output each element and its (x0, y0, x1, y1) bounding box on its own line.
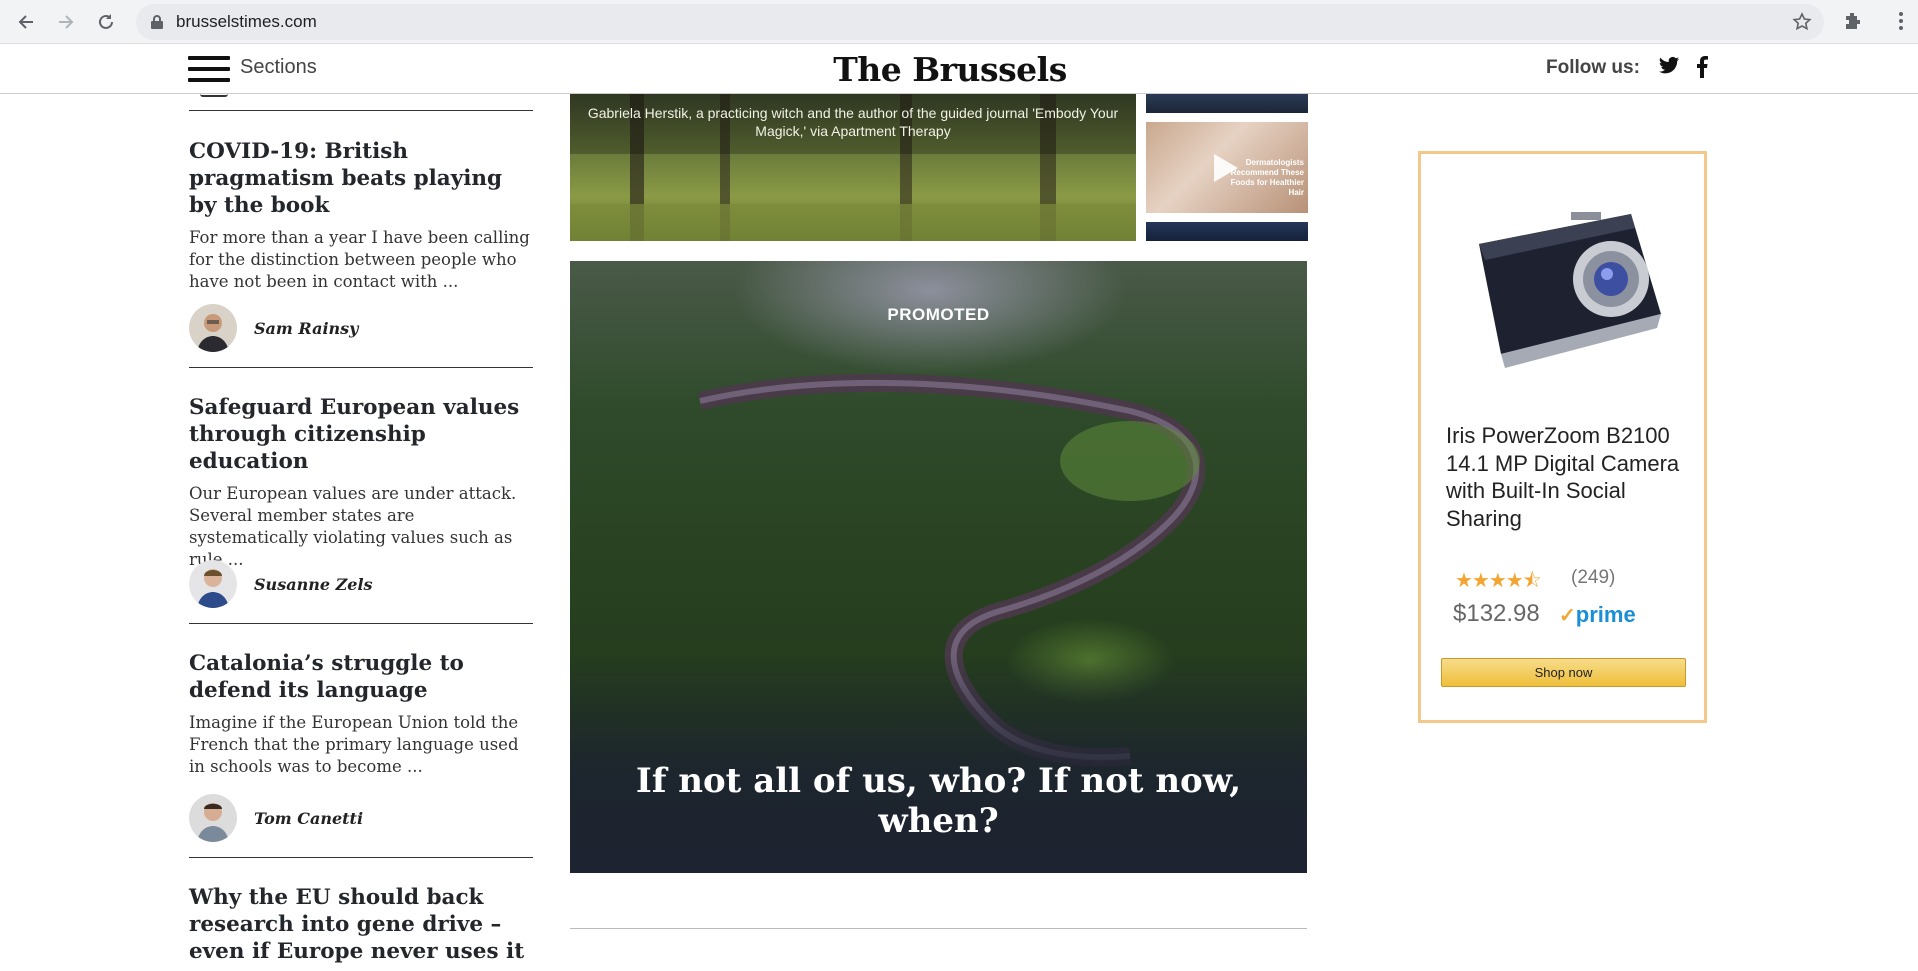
product-image (1479, 212, 1661, 368)
sections-link[interactable]: Sections (240, 56, 317, 79)
video-thumbnail[interactable]: Dermatologists Recommend These Foods for… (1146, 122, 1308, 213)
extensions-icon[interactable] (1842, 10, 1864, 32)
reload-icon[interactable] (92, 8, 120, 36)
divider (570, 928, 1307, 929)
thumbnail-title: Dermatologists Recommend These Foods for… (1230, 158, 1304, 197)
review-count: (249) (1571, 567, 1616, 588)
video-thumbnail[interactable] (1146, 94, 1308, 113)
article-title[interactable]: Safeguard European values through citize… (189, 394, 533, 475)
article-card[interactable]: COVID-19: British pragmatism beats playi… (189, 138, 533, 352)
avatar (189, 560, 237, 608)
article-author[interactable]: Tom Canetti (189, 794, 363, 842)
promoted-badge: PROMOTED (887, 305, 990, 324)
author-name[interactable]: Sam Rainsy (254, 319, 358, 338)
article-excerpt: Imagine if the European Union told the F… (189, 713, 519, 776)
address-bar[interactable]: brusselstimes.com (136, 4, 1824, 40)
menu-icon[interactable] (188, 56, 230, 84)
url-text: brusselstimes.com (176, 12, 317, 31)
article-card[interactable]: Why the EU should back research into gen… (189, 884, 533, 965)
video-thumbnail[interactable] (1146, 222, 1308, 241)
forward-icon[interactable] (52, 8, 80, 36)
site-header: Sections The Brussels Times Follow us: (0, 44, 1918, 128)
ad-price: $132.98 (1453, 600, 1540, 627)
article-title[interactable]: COVID-19: British pragmatism beats playi… (189, 138, 533, 219)
divider (189, 857, 533, 858)
lock-icon (151, 15, 163, 29)
browser-menu-icon[interactable] (1898, 10, 1904, 32)
check-icon: ✓ (1559, 605, 1576, 627)
ad-product-title[interactable]: Iris PowerZoom B2100 14.1 MP Digital Cam… (1446, 422, 1696, 532)
author-name[interactable]: Tom Canetti (254, 809, 363, 828)
video-caption: Gabriela Herstik, a practicing witch and… (587, 105, 1119, 139)
rating-stars: ★★★★⯪ (1455, 570, 1542, 592)
author-name[interactable]: Susanne Zels (254, 575, 373, 594)
promo-title[interactable]: If not all of us, who? If not now, when? (570, 761, 1307, 841)
video-player[interactable]: Gabriela Herstik, a practicing witch and… (570, 94, 1136, 241)
article-author[interactable]: Sam Rainsy (189, 304, 358, 352)
avatar (189, 794, 237, 842)
avatar (200, 94, 228, 97)
promoted-card[interactable]: PROMOTED If not all of us, who? If not n… (570, 261, 1307, 873)
article-excerpt: For more than a year I have been calling… (189, 228, 530, 291)
star-icon[interactable] (1792, 12, 1812, 32)
back-icon[interactable] (12, 8, 40, 36)
divider (189, 110, 533, 111)
facebook-icon[interactable] (1696, 56, 1708, 78)
article-author[interactable]: Susanne Zels (189, 560, 373, 608)
article-title[interactable]: Catalonia’s struggle to defend its langu… (189, 650, 533, 704)
prime-badge: ✓prime (1559, 602, 1636, 627)
divider (189, 623, 533, 624)
browser-toolbar: brusselstimes.com (0, 0, 1918, 44)
ad-banner[interactable]: Iris PowerZoom B2100 14.1 MP Digital Cam… (1418, 151, 1707, 723)
article-title[interactable]: Why the EU should back research into gen… (189, 884, 533, 965)
article-card[interactable]: Catalonia’s struggle to defend its langu… (189, 650, 533, 842)
article-excerpt: Our European values are under attack. Se… (189, 484, 517, 569)
twitter-icon[interactable] (1658, 56, 1680, 76)
follow-label: Follow us: (1546, 57, 1640, 78)
divider (189, 367, 533, 368)
article-card[interactable]: Safeguard European values through citize… (189, 394, 533, 608)
shop-now-button[interactable]: Shop now (1441, 658, 1686, 687)
avatar (189, 304, 237, 352)
